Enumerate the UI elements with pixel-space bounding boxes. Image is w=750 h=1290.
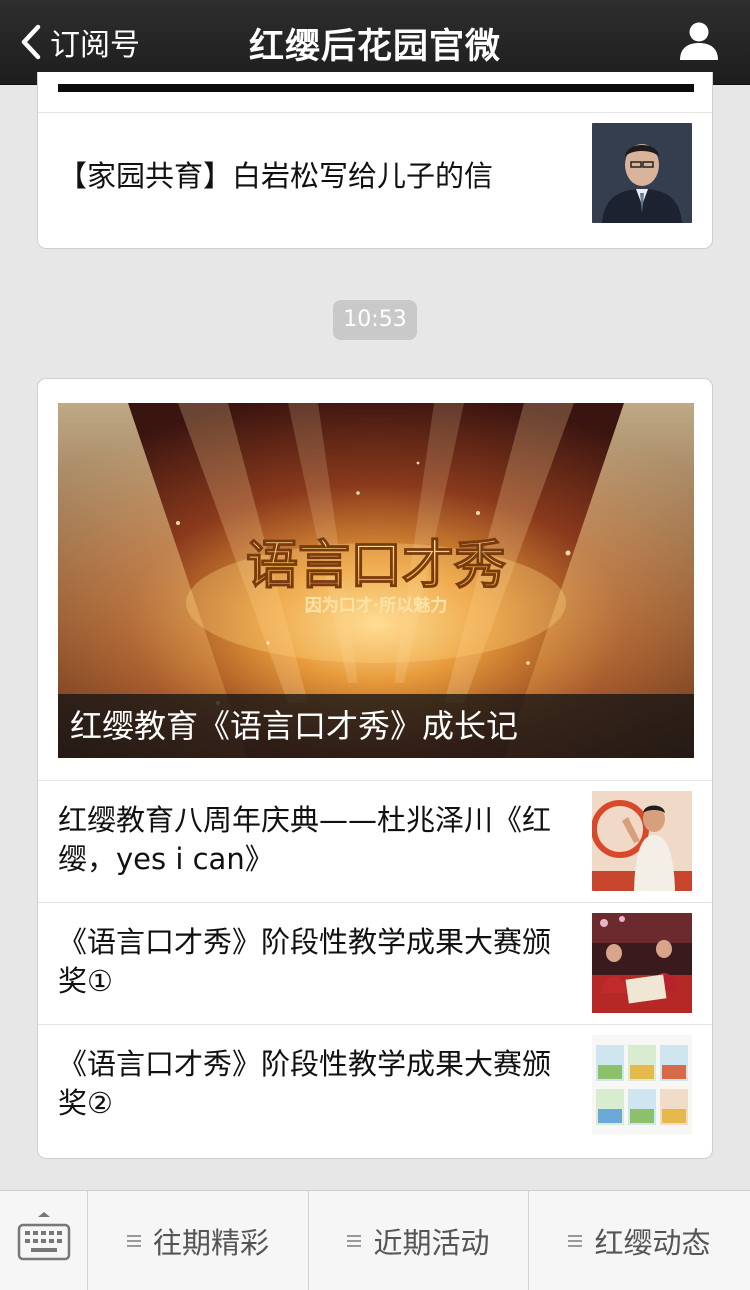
article-item[interactable]: 红缨教育八周年庆典——杜兆泽川《红缨，yes i can》	[38, 781, 712, 902]
keyboard-toggle-button[interactable]	[0, 1191, 88, 1290]
bottom-menu-bar: 往期精彩 近期活动 红缨动态	[0, 1190, 750, 1290]
menu-button-news[interactable]: 红缨动态	[529, 1191, 750, 1290]
menu-label: 红缨动态	[594, 1226, 711, 1260]
article-thumbnail	[592, 1035, 692, 1135]
profile-button[interactable]	[678, 20, 720, 62]
article-title: 红缨教育八周年庆典——杜兆泽川《红缨，yes i can》	[58, 803, 552, 876]
previous-article-card: 【家园共育】白岩松写给儿子的信	[37, 72, 713, 249]
article-title: 《语言口才秀》阶段性教学成果大赛颁奖②	[58, 1047, 552, 1120]
cover-art-subtitle: 因为口才·所以魅力	[305, 595, 447, 616]
article-item[interactable]: 【家园共育】白岩松写给儿子的信	[38, 113, 712, 248]
previous-cover-image[interactable]	[58, 84, 694, 92]
menu-lines-icon	[347, 1235, 362, 1247]
message-timestamp: 10:53	[333, 300, 417, 340]
menu-label: 近期活动	[373, 1226, 490, 1260]
cover-caption: 红缨教育《语言口才秀》成长记	[70, 707, 519, 745]
article-thumbnail	[592, 791, 692, 891]
keyboard-icon	[17, 1212, 71, 1261]
article-thumbnail	[592, 913, 692, 1013]
menu-button-past-highlights[interactable]: 往期精彩	[88, 1191, 309, 1290]
article-title: 《语言口才秀》阶段性教学成果大赛颁奖①	[58, 925, 552, 998]
menu-button-recent-events[interactable]: 近期活动	[309, 1191, 529, 1290]
article-item[interactable]: 《语言口才秀》阶段性教学成果大赛颁奖②	[38, 1025, 712, 1158]
menu-lines-icon	[126, 1235, 141, 1247]
cover-article[interactable]: 语言口才秀 因为口才·所以魅力 红缨教育《语言口才秀》成长记	[58, 403, 694, 758]
menu-lines-icon	[568, 1235, 583, 1247]
article-item[interactable]: 《语言口才秀》阶段性教学成果大赛颁奖①	[38, 903, 712, 1024]
article-thumbnail	[592, 123, 692, 223]
wechat-official-account-chat: 订阅号 红缨后花园官微 【家园共育】白岩松写给儿子的信 10:53 语言口才秀 …	[0, 0, 750, 1290]
article-title: 【家园共育】白岩松写给儿子的信	[58, 159, 494, 193]
person-icon	[680, 22, 718, 60]
cover-caption-bar: 红缨教育《语言口才秀》成长记	[58, 694, 694, 758]
cover-art-title: 语言口才秀	[246, 536, 506, 596]
menu-label: 往期精彩	[152, 1226, 269, 1260]
multi-article-card: 语言口才秀 因为口才·所以魅力 红缨教育《语言口才秀》成长记 红缨教育八周年庆典…	[37, 378, 713, 1159]
page-title: 红缨后花园官微	[248, 27, 501, 67]
